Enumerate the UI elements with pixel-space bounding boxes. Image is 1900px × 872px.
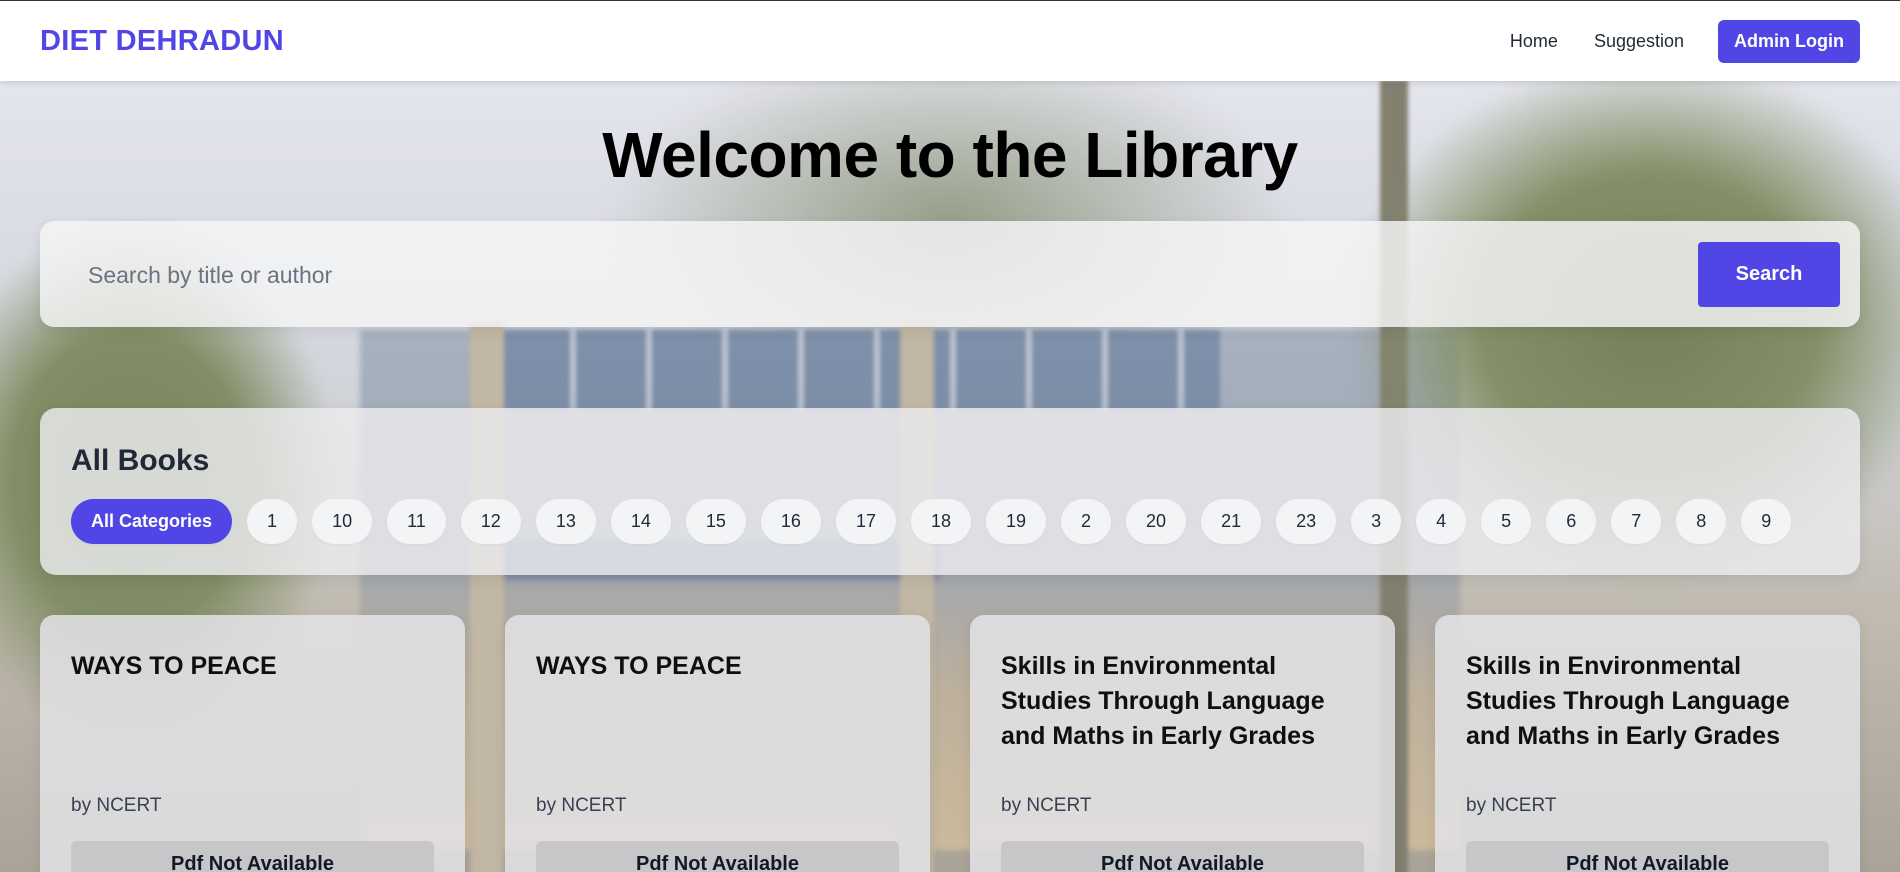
category-chip[interactable]: 6	[1546, 499, 1597, 544]
all-books-panel: All Books All Categories 1 10 11 12 13 1…	[40, 408, 1860, 575]
section-title: All Books	[71, 444, 210, 477]
book-card[interactable]: WAYS TO PEACE by NCERT Pdf Not Available	[40, 615, 465, 872]
main-nav: Home Suggestion Admin Login	[1492, 20, 1860, 63]
category-chip[interactable]: 23	[1276, 499, 1337, 544]
category-chip[interactable]: 12	[460, 499, 521, 544]
category-chip[interactable]: 21	[1201, 499, 1262, 544]
book-author: by NCERT	[71, 795, 162, 816]
category-chip[interactable]: 17	[835, 499, 896, 544]
brand-logo-text[interactable]: DIET DEHRADUN	[40, 25, 284, 58]
book-title: WAYS TO PEACE	[536, 652, 742, 680]
category-chip[interactable]: 15	[685, 499, 746, 544]
pdf-status-button: Pdf Not Available	[71, 841, 434, 872]
book-author: by NCERT	[536, 795, 627, 816]
book-card[interactable]: Skills in Environmental Studies Through …	[1435, 615, 1860, 872]
pdf-status-button: Pdf Not Available	[536, 841, 899, 872]
category-chip[interactable]: 8	[1676, 499, 1727, 544]
category-chip[interactable]: 5	[1481, 499, 1532, 544]
category-chip[interactable]: 10	[312, 499, 373, 544]
category-chip[interactable]: 11	[387, 499, 446, 544]
top-navbar: DIET DEHRADUN Home Suggestion Admin Logi…	[0, 0, 1900, 81]
category-chip[interactable]: 9	[1741, 499, 1792, 544]
category-chip[interactable]: 20	[1126, 499, 1187, 544]
admin-login-button[interactable]: Admin Login	[1718, 20, 1860, 63]
search-input[interactable]	[86, 249, 1390, 301]
book-author: by NCERT	[1001, 795, 1092, 816]
category-chip[interactable]: 7	[1611, 499, 1662, 544]
category-chip-all[interactable]: All Categories	[71, 499, 233, 544]
category-chip[interactable]: 13	[535, 499, 596, 544]
category-chip[interactable]: 19	[986, 499, 1047, 544]
category-chip[interactable]: 4	[1416, 499, 1467, 544]
search-button[interactable]: Search	[1698, 242, 1840, 307]
page-title: Welcome to the Library	[602, 119, 1298, 191]
nav-suggestion-link[interactable]: Suggestion	[1576, 21, 1702, 62]
category-chip[interactable]: 2	[1061, 499, 1112, 544]
category-chip[interactable]: 14	[610, 499, 671, 544]
pdf-status-button: Pdf Not Available	[1466, 841, 1829, 872]
search-panel: Search	[40, 221, 1860, 327]
book-card[interactable]: Skills in Environmental Studies Through …	[970, 615, 1395, 872]
category-chip[interactable]: 1	[247, 499, 298, 544]
book-card-grid: WAYS TO PEACE by NCERT Pdf Not Available…	[40, 615, 1860, 872]
pdf-status-button: Pdf Not Available	[1001, 841, 1364, 872]
category-chip[interactable]: 18	[910, 499, 971, 544]
book-title: Skills in Environmental Studies Through …	[1466, 652, 1790, 750]
book-title: WAYS TO PEACE	[71, 652, 277, 680]
category-chip[interactable]: 3	[1351, 499, 1402, 544]
category-filter-list: All Categories 1 10 11 12 13 14 15 16 17…	[71, 499, 1792, 544]
book-card[interactable]: WAYS TO PEACE by NCERT Pdf Not Available	[505, 615, 930, 872]
book-author: by NCERT	[1466, 795, 1557, 816]
category-chip[interactable]: 16	[760, 499, 821, 544]
nav-home-link[interactable]: Home	[1492, 21, 1576, 62]
book-title: Skills in Environmental Studies Through …	[1001, 652, 1325, 750]
